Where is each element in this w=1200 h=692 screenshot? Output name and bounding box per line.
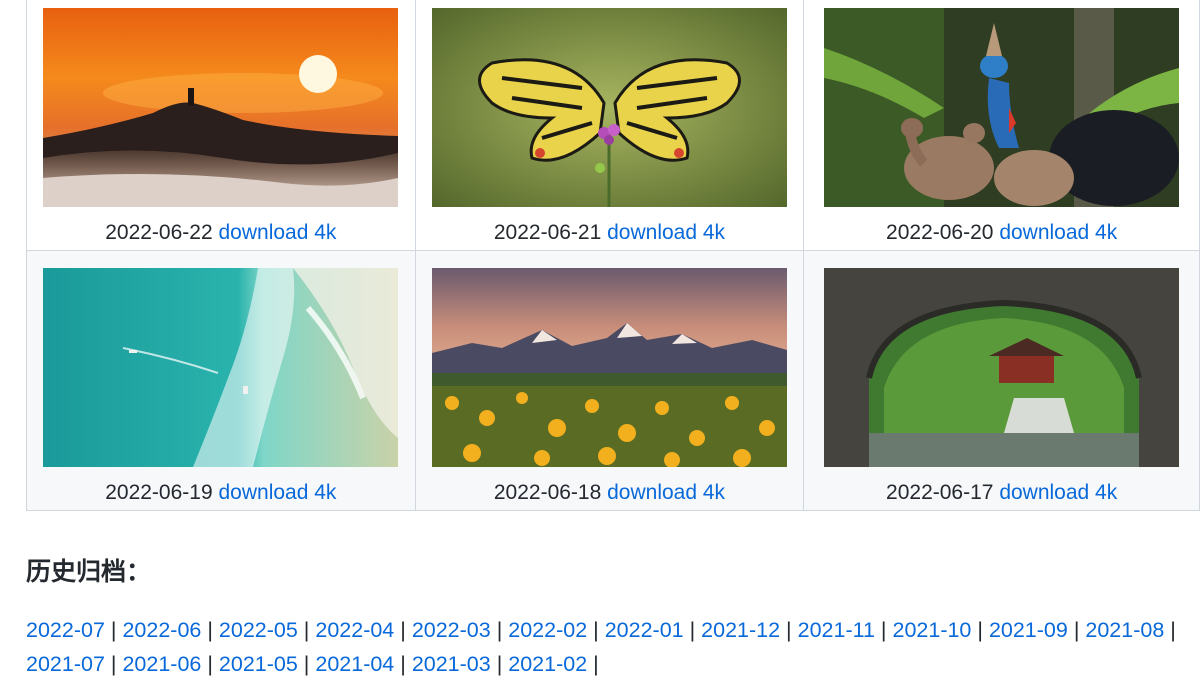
archive-link-2021-06[interactable]: 2021-06	[122, 652, 201, 676]
wallpaper-thumbnail-butterflies[interactable]	[431, 8, 787, 207]
archive-separator: |	[104, 618, 123, 642]
wallpaper-caption: 2022-06-20 download 4k	[804, 220, 1199, 246]
archive-link-2021-10[interactable]: 2021-10	[892, 618, 971, 642]
gallery-row: 2022-06-22 download 4k 2022-06-21 downlo…	[26, 0, 1200, 251]
archive-separator: |	[587, 652, 599, 676]
wallpaper-date: 2022-06-20	[886, 221, 994, 244]
archive-link-2022-06[interactable]: 2022-06	[122, 618, 201, 642]
wallpaper-date: 2022-06-18	[493, 481, 602, 504]
archive-separator: |	[683, 618, 702, 642]
archive-link-2021-12[interactable]: 2021-12	[701, 618, 780, 642]
wallpaper-caption: 2022-06-21 download 4k	[416, 220, 804, 246]
download-4k-link[interactable]: download 4k	[607, 221, 725, 244]
wallpaper-caption: 2022-06-18 download 4k	[416, 480, 804, 506]
wallpaper-gallery-table: 2022-06-22 download 4k 2022-06-21 downlo…	[26, 0, 1200, 511]
gallery-cell: 2022-06-21 download 4k	[414, 0, 805, 251]
wallpaper-date: 2022-06-19	[105, 481, 213, 504]
archive-link-2021-11[interactable]: 2021-11	[798, 618, 875, 642]
archive-link-2021-07[interactable]: 2021-07	[26, 652, 105, 676]
download-4k-link[interactable]: download 4k	[999, 481, 1117, 504]
wallpaper-thumbnail-stone-bridge[interactable]	[824, 268, 1180, 467]
archive-separator: |	[490, 652, 509, 676]
archive-separator: |	[587, 618, 605, 642]
archive-link-2022-01[interactable]: 2022-01	[605, 618, 684, 642]
archive-separator: |	[971, 618, 989, 642]
wallpaper-date: 2022-06-21	[493, 221, 602, 244]
archive-link-2021-05[interactable]: 2021-05	[219, 652, 298, 676]
gallery-cell: 2022-06-20 download 4k	[803, 0, 1200, 251]
archive-separator: |	[1164, 618, 1176, 642]
archive-link-2021-09[interactable]: 2021-09	[989, 618, 1068, 642]
page: 2022-06-22 download 4k 2022-06-21 downlo…	[0, 0, 1200, 692]
archive-link-2022-07[interactable]: 2022-07	[26, 618, 105, 642]
gallery-cell: 2022-06-17 download 4k	[803, 250, 1200, 511]
gallery-row: 2022-06-19 download 4k 2022-06-18 downlo…	[26, 250, 1200, 511]
wallpaper-date: 2022-06-17	[886, 481, 994, 504]
download-4k-link[interactable]: download 4k	[607, 481, 725, 504]
archive-link-2021-02[interactable]: 2021-02	[508, 652, 587, 676]
gallery-cell: 2022-06-18 download 4k	[414, 250, 805, 511]
wallpaper-thumbnail-cassowary[interactable]	[824, 8, 1180, 207]
archive-title: 历史归档：	[26, 558, 152, 586]
gallery-cell: 2022-06-22 download 4k	[26, 0, 416, 251]
archive-link-2022-02[interactable]: 2022-02	[508, 618, 587, 642]
archive-separator: |	[297, 652, 316, 676]
archive-link-2022-03[interactable]: 2022-03	[412, 618, 491, 642]
archive-separator: |	[490, 618, 509, 642]
archive-link-2022-05[interactable]: 2022-05	[219, 618, 298, 642]
archive-link-2022-04[interactable]: 2022-04	[315, 618, 394, 642]
download-4k-link[interactable]: download 4k	[218, 221, 336, 244]
wallpaper-caption: 2022-06-19 download 4k	[27, 480, 415, 506]
archive-separator: |	[1067, 618, 1086, 642]
wallpaper-thumbnail-sunset[interactable]	[43, 8, 399, 207]
gallery-cell: 2022-06-19 download 4k	[26, 250, 416, 511]
download-4k-link[interactable]: download 4k	[218, 481, 336, 504]
archive-link-2021-03[interactable]: 2021-03	[412, 652, 491, 676]
archive-separator: |	[201, 652, 219, 676]
wallpaper-thumbnail-beach[interactable]	[43, 268, 399, 467]
archive-separator: |	[874, 618, 893, 642]
wallpaper-caption: 2022-06-22 download 4k	[27, 220, 415, 246]
wallpaper-thumbnail-wildflowers[interactable]	[431, 268, 787, 467]
archive-link-2021-08[interactable]: 2021-08	[1085, 618, 1164, 642]
archive-link-2021-04[interactable]: 2021-04	[315, 652, 394, 676]
archive-separator: |	[104, 652, 123, 676]
wallpaper-caption: 2022-06-17 download 4k	[804, 480, 1199, 506]
wallpaper-date: 2022-06-22	[105, 221, 213, 244]
archive-month-links: 2022-07 | 2022-06 | 2022-05 | 2022-04 | …	[26, 613, 1200, 681]
download-4k-link[interactable]: download 4k	[999, 221, 1117, 244]
archive-separator: |	[201, 618, 219, 642]
archive-separator: |	[780, 618, 798, 642]
archive-separator: |	[394, 618, 412, 642]
archive-separator: |	[394, 652, 412, 676]
archive-separator: |	[297, 618, 316, 642]
